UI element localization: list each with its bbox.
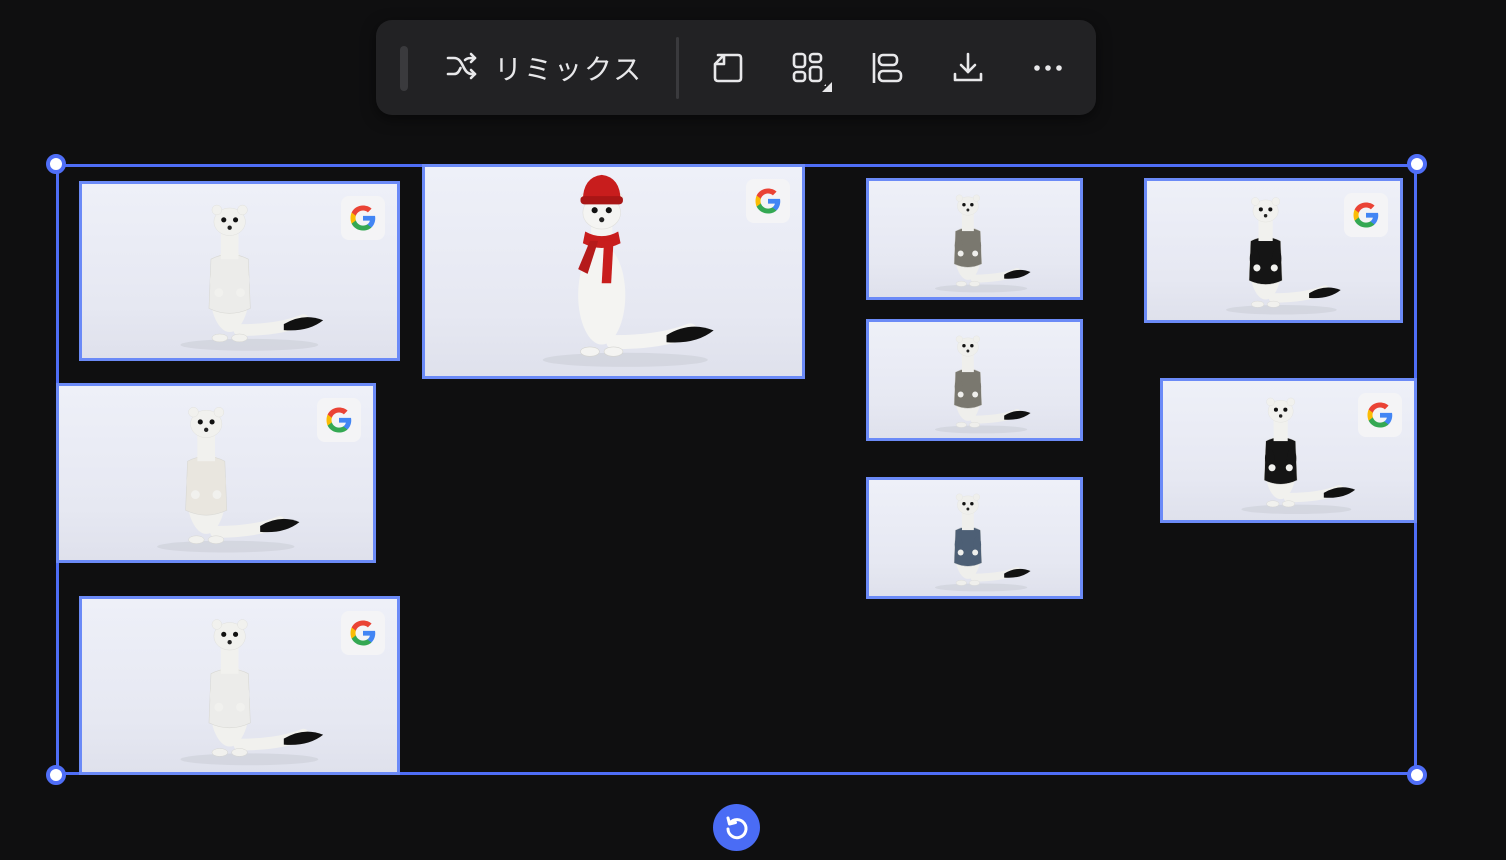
resize-handle-top-right[interactable] — [1407, 154, 1427, 174]
remix-label: リミックス — [494, 52, 644, 86]
more-options-button[interactable] — [1024, 44, 1072, 92]
download-button[interactable] — [944, 44, 992, 92]
align-left-icon — [872, 53, 903, 83]
image-card[interactable] — [1160, 378, 1417, 523]
google-icon — [1367, 402, 1393, 428]
google-badge — [1358, 393, 1402, 437]
image-card[interactable] — [1144, 178, 1403, 323]
ermine-photo — [934, 335, 1031, 434]
google-badge — [341, 196, 385, 240]
image-card[interactable] — [79, 181, 400, 361]
remix-button[interactable]: リミックス — [432, 40, 647, 95]
google-badge — [746, 179, 790, 223]
google-icon — [350, 620, 376, 646]
image-card[interactable] — [866, 178, 1083, 300]
more-options-icon — [1034, 65, 1062, 71]
layout-grid-icon — [792, 52, 826, 86]
resize-handle-bottom-left[interactable] — [46, 765, 66, 785]
image-card[interactable] — [422, 164, 805, 379]
floating-toolbar: リミックス — [376, 20, 1096, 115]
ermine-photo — [934, 194, 1031, 293]
google-icon — [1353, 202, 1379, 228]
aspect-ratio-icon — [713, 53, 743, 83]
google-icon — [755, 188, 781, 214]
google-badge — [317, 398, 361, 442]
image-card[interactable] — [79, 596, 400, 775]
align-button[interactable] — [863, 44, 911, 92]
google-icon — [326, 407, 352, 433]
google-badge — [1344, 193, 1388, 237]
resize-handle-top-left[interactable] — [46, 154, 66, 174]
ermine-photo — [934, 493, 1031, 592]
rotate-icon — [726, 816, 747, 839]
dropdown-triangle-icon — [822, 82, 832, 92]
toolbar-drag-handle[interactable] — [400, 46, 408, 91]
toolbar-divider — [676, 37, 679, 99]
aspect-ratio-button[interactable] — [704, 44, 752, 92]
google-icon — [350, 205, 376, 231]
google-badge — [341, 611, 385, 655]
shuffle-icon — [444, 48, 480, 88]
image-card[interactable] — [866, 319, 1083, 441]
rotate-button[interactable] — [713, 804, 760, 851]
resize-handle-bottom-right[interactable] — [1407, 765, 1427, 785]
download-icon — [953, 52, 983, 82]
image-card[interactable] — [866, 477, 1083, 599]
image-card[interactable] — [56, 383, 376, 563]
